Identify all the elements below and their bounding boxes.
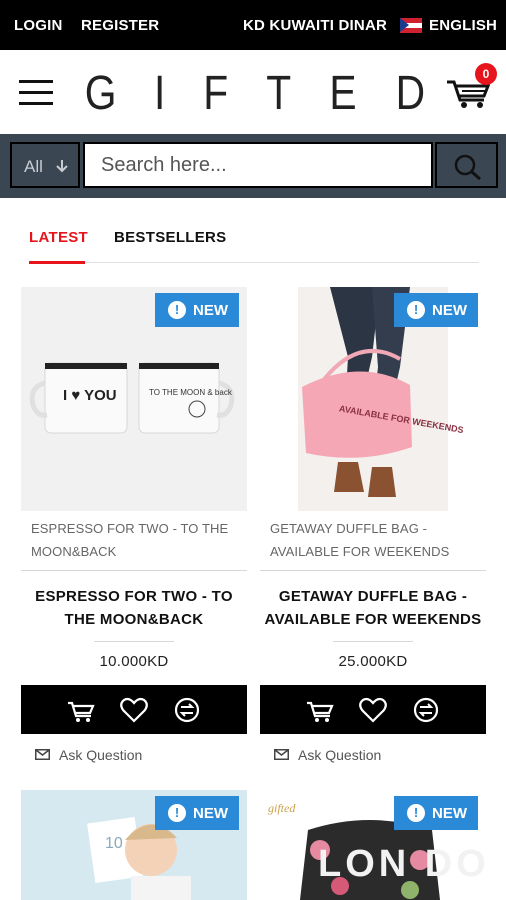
product-card[interactable]: 10 ! NEW bbox=[21, 790, 247, 900]
search-category-label: All bbox=[24, 157, 43, 176]
logo-letter: F bbox=[202, 66, 228, 120]
new-badge: ! NEW bbox=[394, 796, 478, 830]
logo-letter: E bbox=[329, 66, 357, 120]
product-card[interactable]: I ♥ YOU TO THE MOON & back ! NEW ESPRESS… bbox=[21, 287, 247, 767]
baby-card-text: 10 bbox=[105, 835, 123, 852]
product-actions bbox=[21, 685, 247, 734]
product-card[interactable]: AVAILABLE FOR WEEKENDS ! NEW GETAWAY DUF… bbox=[260, 287, 486, 767]
logo-letter: D bbox=[395, 66, 426, 120]
logo-letter: I bbox=[154, 66, 166, 120]
new-badge: ! NEW bbox=[155, 293, 239, 327]
active-tab-indicator bbox=[29, 261, 85, 264]
register-link[interactable]: REGISTER bbox=[81, 17, 159, 34]
product-price: 25.000KD bbox=[338, 653, 408, 670]
product-card[interactable]: gifted LON DON ! NEW bbox=[260, 790, 486, 900]
new-badge-label: NEW bbox=[193, 302, 228, 319]
product-image[interactable]: 10 ! NEW bbox=[21, 790, 247, 900]
new-badge-label: NEW bbox=[432, 805, 467, 822]
compare-icon[interactable] bbox=[172, 695, 202, 725]
ask-question-label: Ask Question bbox=[298, 747, 382, 763]
wishlist-heart-icon[interactable] bbox=[119, 695, 149, 725]
search-button[interactable] bbox=[435, 142, 498, 188]
compare-icon[interactable] bbox=[411, 695, 441, 725]
envelope-icon bbox=[274, 749, 289, 760]
arrow-down-icon bbox=[56, 160, 68, 173]
new-badge-label: NEW bbox=[193, 805, 228, 822]
search-category-select[interactable]: All bbox=[10, 142, 80, 188]
language-selector[interactable]: ENGLISH bbox=[429, 17, 497, 34]
divider bbox=[260, 570, 486, 571]
search-icon bbox=[454, 154, 481, 181]
mug-left-text: I ♥ YOU bbox=[63, 387, 117, 404]
mug-right-text: TO THE MOON & back bbox=[149, 388, 233, 397]
product-title[interactable]: ESPRESSO FOR TWO - TO THE MOON&BACK bbox=[21, 585, 247, 631]
bag-text: LON DON bbox=[318, 843, 486, 885]
product-category: GETAWAY DUFFLE BAG - AVAILABLE FOR WEEKE… bbox=[270, 521, 450, 559]
divider bbox=[21, 570, 247, 571]
envelope-icon bbox=[35, 749, 50, 760]
kuwait-flag-icon bbox=[400, 18, 422, 33]
top-bar: LOGIN REGISTER KD KUWAITI DINAR ENGLISH bbox=[0, 0, 506, 50]
product-image[interactable]: gifted LON DON ! NEW bbox=[260, 790, 486, 900]
tab-bestsellers[interactable]: BESTSELLERS bbox=[114, 229, 226, 246]
product-category: ESPRESSO FOR TWO - TO THE MOON&BACK bbox=[31, 521, 229, 559]
new-badge-label: NEW bbox=[432, 302, 467, 319]
logo-letter: G bbox=[84, 66, 117, 120]
cart-count-badge: 0 bbox=[475, 63, 497, 85]
new-badge: ! NEW bbox=[155, 796, 239, 830]
product-actions bbox=[260, 685, 486, 734]
ask-question-label: Ask Question bbox=[59, 747, 143, 763]
logo-letter: T bbox=[266, 66, 292, 120]
menu-icon[interactable] bbox=[19, 80, 53, 106]
divider bbox=[94, 641, 174, 642]
currency-selector[interactable]: KD KUWAITI DINAR bbox=[243, 17, 387, 34]
wishlist-heart-icon[interactable] bbox=[358, 695, 388, 725]
tabs-divider bbox=[29, 262, 479, 263]
search-input[interactable] bbox=[83, 142, 433, 188]
info-icon: ! bbox=[407, 301, 425, 319]
divider bbox=[333, 641, 413, 642]
product-image[interactable]: AVAILABLE FOR WEEKENDS ! NEW bbox=[260, 287, 486, 511]
product-image[interactable]: I ♥ YOU TO THE MOON & back ! NEW bbox=[21, 287, 247, 511]
add-to-cart-icon[interactable] bbox=[66, 695, 96, 725]
info-icon: ! bbox=[168, 301, 186, 319]
product-title[interactable]: GETAWAY DUFFLE BAG - AVAILABLE FOR WEEKE… bbox=[260, 585, 486, 631]
site-logo[interactable]: G I F T E D bbox=[82, 66, 428, 120]
info-icon: ! bbox=[168, 804, 186, 822]
tab-latest[interactable]: LATEST bbox=[29, 229, 88, 246]
add-to-cart-icon[interactable] bbox=[305, 695, 335, 725]
login-link[interactable]: LOGIN bbox=[14, 17, 63, 34]
info-icon: ! bbox=[407, 804, 425, 822]
new-badge: ! NEW bbox=[394, 293, 478, 327]
watermark-logo: gifted bbox=[268, 801, 296, 815]
product-price: 10.000KD bbox=[99, 653, 169, 670]
